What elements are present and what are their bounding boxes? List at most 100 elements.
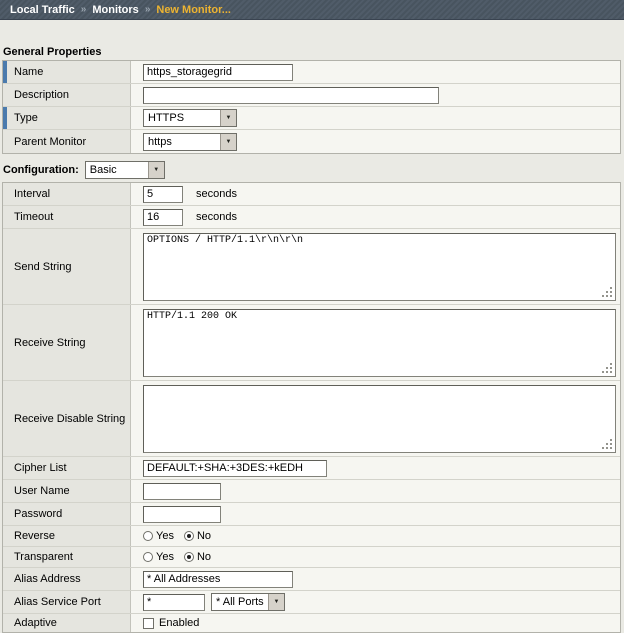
- row-send-string: Send String OPTIONS / HTTP/1.1\r\n\r\n: [3, 229, 620, 305]
- parent-monitor-value-cell: https ▼: [131, 130, 620, 153]
- chevron-down-icon[interactable]: ▼: [268, 594, 284, 610]
- row-user-name: User Name: [3, 480, 620, 503]
- type-value-cell: HTTPS ▼: [131, 107, 620, 129]
- breadcrumb-monitors[interactable]: Monitors: [92, 4, 138, 16]
- type-select[interactable]: HTTPS ▼: [143, 109, 237, 127]
- name-label-cell: Name: [3, 61, 131, 83]
- user-name-label-cell: User Name: [3, 480, 131, 502]
- alias-address-label: Alias Address: [14, 573, 81, 585]
- adaptive-label: Adaptive: [14, 617, 57, 629]
- general-properties-table: Name Description Type HTTPS ▼ Parent Mon…: [2, 60, 621, 154]
- user-name-label: User Name: [14, 485, 70, 497]
- alias-service-port-input[interactable]: [143, 594, 205, 611]
- description-label-cell: Description: [3, 84, 131, 106]
- row-adaptive: Adaptive Enabled: [3, 614, 620, 632]
- receive-string-value-cell: HTTP/1.1 200 OK: [131, 305, 620, 380]
- interval-label: Interval: [14, 188, 50, 200]
- alias-address-value-cell: [131, 568, 620, 590]
- reverse-value-cell: Yes No: [131, 526, 620, 546]
- transparent-yes-label: Yes: [156, 551, 174, 563]
- timeout-input[interactable]: [143, 209, 183, 226]
- timeout-suffix: seconds: [196, 211, 237, 223]
- reverse-yes-label: Yes: [156, 530, 174, 542]
- name-label: Name: [14, 66, 43, 78]
- name-value-cell: [131, 61, 620, 83]
- type-label-cell: Type: [3, 107, 131, 129]
- send-string-label: Send String: [14, 261, 71, 273]
- send-string-textarea[interactable]: OPTIONS / HTTP/1.1\r\n\r\n: [143, 233, 616, 301]
- resize-grip-icon[interactable]: [610, 295, 612, 297]
- transparent-no-label: No: [197, 551, 211, 563]
- receive-string-textarea[interactable]: HTTP/1.1 200 OK: [143, 309, 616, 377]
- password-value-cell: [131, 503, 620, 525]
- receive-disable-string-label: Receive Disable String: [14, 413, 125, 425]
- alias-address-input[interactable]: [143, 571, 293, 588]
- row-interval: Interval seconds: [3, 183, 620, 206]
- adaptive-label-cell: Adaptive: [3, 614, 131, 632]
- user-name-input[interactable]: [143, 483, 221, 500]
- timeout-label-cell: Timeout: [3, 206, 131, 228]
- row-reverse: Reverse Yes No: [3, 526, 620, 547]
- row-parent-monitor: Parent Monitor https ▼: [3, 130, 620, 153]
- required-indicator: [3, 61, 7, 83]
- cipher-list-input[interactable]: [143, 460, 327, 477]
- configuration-label: Configuration:: [3, 164, 79, 176]
- resize-grip-icon[interactable]: [610, 371, 612, 373]
- receive-disable-string-textarea[interactable]: [143, 385, 616, 453]
- password-label-cell: Password: [3, 503, 131, 525]
- cipher-list-label: Cipher List: [14, 462, 67, 474]
- receive-string-label-cell: Receive String: [3, 305, 131, 380]
- row-timeout: Timeout seconds: [3, 206, 620, 229]
- user-name-value-cell: [131, 480, 620, 502]
- reverse-yes-radio[interactable]: [143, 531, 153, 541]
- receive-disable-string-label-cell: Receive Disable String: [3, 381, 131, 456]
- reverse-label: Reverse: [14, 530, 55, 542]
- breadcrumb-separator-icon: »: [145, 4, 151, 15]
- adaptive-checkbox[interactable]: [143, 618, 154, 629]
- configuration-table: Interval seconds Timeout seconds Send St…: [2, 182, 621, 633]
- password-label: Password: [14, 508, 62, 520]
- parent-monitor-select-value: https: [144, 134, 220, 150]
- transparent-label-cell: Transparent: [3, 547, 131, 567]
- transparent-yes-radio[interactable]: [143, 552, 153, 562]
- required-indicator: [3, 107, 7, 129]
- interval-input[interactable]: [143, 186, 183, 203]
- send-string-label-cell: Send String: [3, 229, 131, 304]
- parent-monitor-label-cell: Parent Monitor: [3, 130, 131, 153]
- transparent-no-radio[interactable]: [184, 552, 194, 562]
- description-label: Description: [14, 89, 69, 101]
- resize-grip-icon[interactable]: [610, 447, 612, 449]
- chevron-down-icon[interactable]: ▼: [148, 162, 164, 178]
- row-transparent: Transparent Yes No: [3, 547, 620, 568]
- interval-label-cell: Interval: [3, 183, 131, 205]
- row-password: Password: [3, 503, 620, 526]
- alias-service-port-label-cell: Alias Service Port: [3, 591, 131, 613]
- alias-service-port-label: Alias Service Port: [14, 596, 101, 608]
- breadcrumb-local-traffic[interactable]: Local Traffic: [10, 4, 75, 16]
- alias-address-label-cell: Alias Address: [3, 568, 131, 590]
- reverse-no-radio[interactable]: [184, 531, 194, 541]
- alias-service-port-value-cell: * All Ports ▼: [131, 591, 620, 613]
- chevron-down-icon[interactable]: ▼: [220, 134, 236, 150]
- parent-monitor-select[interactable]: https ▼: [143, 133, 237, 151]
- configuration-select[interactable]: Basic ▼: [85, 161, 165, 179]
- interval-value-cell: seconds: [131, 183, 620, 205]
- interval-suffix: seconds: [196, 188, 237, 200]
- row-receive-string: Receive String HTTP/1.1 200 OK: [3, 305, 620, 381]
- chevron-down-icon[interactable]: ▼: [220, 110, 236, 126]
- breadcrumb-new-monitor: New Monitor...: [156, 4, 231, 16]
- adaptive-value-cell: Enabled: [131, 614, 620, 632]
- name-input[interactable]: [143, 64, 293, 81]
- reverse-no-label: No: [197, 530, 211, 542]
- transparent-label: Transparent: [14, 551, 73, 563]
- description-input[interactable]: [143, 87, 439, 104]
- breadcrumb-separator-icon: »: [81, 4, 87, 15]
- receive-disable-string-value-cell: [131, 381, 620, 456]
- password-input[interactable]: [143, 506, 221, 523]
- adaptive-checkbox-label: Enabled: [159, 617, 199, 629]
- timeout-value-cell: seconds: [131, 206, 620, 228]
- alias-service-port-select[interactable]: * All Ports ▼: [211, 593, 285, 611]
- alias-service-port-select-value: * All Ports: [212, 594, 268, 610]
- row-description: Description: [3, 84, 620, 107]
- description-value-cell: [131, 84, 620, 106]
